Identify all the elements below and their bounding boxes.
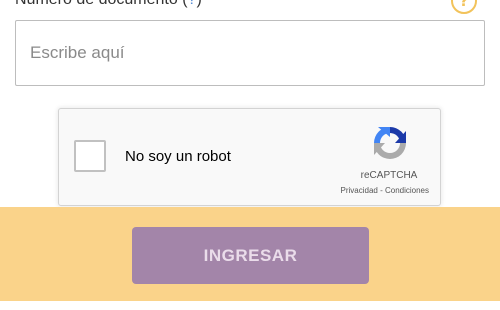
recaptcha-logo-icon [374,127,406,159]
recaptcha-links: Privacidad - Condiciones [311,186,430,195]
recaptcha-brand: reCAPTCHA [360,170,418,181]
document-number-label: Número de documento (?) [15,0,202,9]
document-number-input[interactable] [15,20,485,86]
document-number-label-text: Número de documento [15,0,178,8]
help-icon[interactable]: ? [451,0,477,14]
login-form: Número de documento (?) ? No soy un robo… [0,0,500,310]
recaptcha-checkbox[interactable] [74,140,106,172]
recaptcha-label: No soy un robot [125,148,231,165]
login-submit-button[interactable]: INGRESAR [132,227,369,284]
label-paren-close: ) [196,0,201,8]
privacy-link[interactable]: Privacidad [341,186,378,195]
links-separator: - [377,186,385,195]
recaptcha-widget: No soy un robot reCAPTCHA Privacidad - C… [58,108,441,206]
terms-link[interactable]: Condiciones [385,186,429,195]
